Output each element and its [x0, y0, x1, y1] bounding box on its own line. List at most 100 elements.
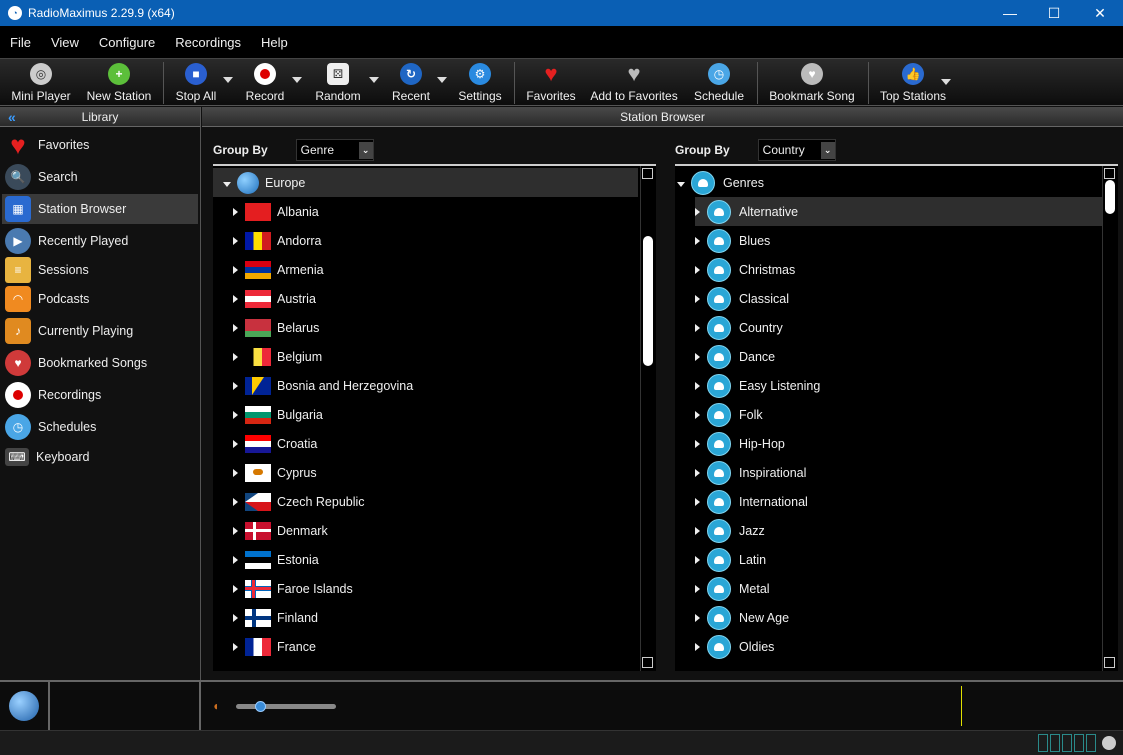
tree-root-row[interactable]: Genres [675, 168, 1100, 197]
expand-arrow-icon[interactable] [695, 584, 700, 593]
country-row[interactable]: France [233, 632, 641, 661]
expand-arrow-icon[interactable] [695, 352, 700, 361]
library-item-search[interactable]: 🔍 Search [2, 162, 198, 192]
library-item-station-browser[interactable]: ▦ Station Browser [2, 194, 198, 224]
expand-arrow-icon[interactable] [233, 613, 238, 622]
genre-row[interactable]: International [695, 487, 1103, 516]
scroll-up-button[interactable] [1104, 168, 1115, 179]
scroll-thumb[interactable] [643, 236, 653, 366]
expand-arrow-icon[interactable] [695, 642, 700, 651]
country-row[interactable]: Cyprus [233, 458, 641, 487]
scroll-thumb[interactable] [1105, 180, 1115, 214]
genre-row[interactable]: Metal [695, 574, 1103, 603]
country-row[interactable]: Estonia [233, 545, 641, 574]
library-item-keyboard[interactable]: ⌨ Keyboard [2, 442, 198, 472]
close-button[interactable]: ✕ [1077, 0, 1123, 26]
expand-arrow-icon[interactable] [695, 236, 700, 245]
tree-scrollbar[interactable] [640, 166, 654, 671]
add-to-favorites-button[interactable]: ♥ Add to Favorites [589, 61, 679, 105]
expand-arrow-icon[interactable] [233, 236, 238, 245]
recent-button[interactable]: ↻ Recent [388, 61, 434, 105]
genre-row[interactable]: Oldies [695, 632, 1103, 661]
country-row[interactable]: Bulgaria [233, 400, 641, 429]
library-item-bookmarked-songs[interactable]: ♥ Bookmarked Songs [2, 348, 198, 378]
stop-all-dropdown-arrow[interactable] [223, 77, 233, 83]
genre-row[interactable]: Classical [695, 284, 1103, 313]
country-row[interactable]: Albania [233, 197, 641, 226]
random-button[interactable]: ⚄ Random [312, 61, 364, 105]
top-stations-dropdown-arrow[interactable] [941, 79, 951, 85]
minimize-button[interactable]: — [987, 0, 1033, 26]
maximize-button[interactable]: ☐ [1031, 0, 1077, 26]
expand-arrow-icon[interactable] [695, 207, 700, 216]
genre-row[interactable]: Alternative [695, 197, 1103, 226]
recent-dropdown-arrow[interactable] [437, 77, 447, 83]
country-row[interactable]: Croatia [233, 429, 641, 458]
genre-row[interactable]: Jazz [695, 516, 1103, 545]
expand-arrow-icon[interactable] [233, 468, 238, 477]
library-item-schedules[interactable]: ◷ Schedules [2, 412, 198, 442]
country-row[interactable]: Andorra [233, 226, 641, 255]
expand-arrow-icon[interactable] [233, 555, 238, 564]
genre-row[interactable]: Folk [695, 400, 1103, 429]
country-row[interactable]: Denmark [233, 516, 641, 545]
menu-recordings[interactable]: Recordings [169, 35, 247, 50]
expand-arrow-icon[interactable] [233, 265, 238, 274]
expand-arrow-icon[interactable] [233, 207, 238, 216]
expand-arrow-icon[interactable] [695, 468, 700, 477]
new-station-button[interactable]: + New Station [84, 61, 154, 105]
status-icon[interactable] [1102, 736, 1116, 750]
country-row[interactable]: Belgium [233, 342, 641, 371]
scroll-up-button[interactable] [642, 168, 653, 179]
scroll-down-button[interactable] [1104, 657, 1115, 668]
expand-arrow-icon[interactable] [695, 294, 700, 303]
library-item-recordings[interactable]: Recordings [2, 380, 198, 410]
country-row[interactable]: Faroe Islands [233, 574, 641, 603]
expand-arrow-icon[interactable] [233, 323, 238, 332]
tree-scrollbar[interactable] [1102, 166, 1116, 671]
country-row[interactable]: Bosnia and Herzegovina [233, 371, 641, 400]
top-stations-button[interactable]: 👍 Top Stations [877, 61, 949, 105]
library-item-currently-playing[interactable]: ♪ Currently Playing [2, 316, 198, 346]
random-dropdown-arrow[interactable] [369, 77, 379, 83]
expand-arrow-icon[interactable] [695, 265, 700, 274]
scroll-down-button[interactable] [642, 657, 653, 668]
expand-arrow-icon[interactable] [695, 323, 700, 332]
expand-arrow-icon[interactable] [233, 381, 238, 390]
country-row[interactable]: Armenia [233, 255, 641, 284]
library-item-recently-played[interactable]: ▶ Recently Played [2, 226, 198, 256]
genre-row[interactable]: Hip-Hop [695, 429, 1103, 458]
genre-row[interactable]: Latin [695, 545, 1103, 574]
genre-row[interactable]: Blues [695, 226, 1103, 255]
tree-root-row[interactable]: Europe [213, 168, 638, 197]
library-item-sessions[interactable]: ≡ Sessions [2, 255, 198, 285]
expand-arrow-icon[interactable] [695, 613, 700, 622]
favorites-button[interactable]: ♥ Favorites [524, 61, 578, 105]
expand-arrow-icon[interactable] [233, 439, 238, 448]
record-button[interactable]: Record [242, 61, 288, 105]
country-row[interactable]: Austria [233, 284, 641, 313]
expand-arrow-icon[interactable] [233, 294, 238, 303]
expand-arrow-icon[interactable] [695, 381, 700, 390]
volume-icon[interactable]: ◖ [212, 699, 219, 713]
menu-file[interactable]: File [4, 35, 37, 50]
menu-help[interactable]: Help [255, 35, 294, 50]
expand-arrow-icon[interactable] [233, 642, 238, 651]
player-logo-button[interactable] [0, 682, 50, 730]
menu-view[interactable]: View [45, 35, 85, 50]
expand-arrow-icon[interactable] [695, 497, 700, 506]
genre-row[interactable]: Country [695, 313, 1103, 342]
volume-knob[interactable] [255, 701, 266, 712]
bookmark-song-button[interactable]: ♥ Bookmark Song [766, 61, 858, 105]
right-group-by-select[interactable]: Country ⌄ [757, 139, 836, 161]
settings-button[interactable]: ⚙ Settings [456, 61, 504, 105]
library-item-favorites[interactable]: ♥ Favorites [2, 130, 198, 160]
expand-arrow-icon[interactable] [233, 584, 238, 593]
expand-arrow-icon[interactable] [695, 526, 700, 535]
country-row[interactable]: Belarus [233, 313, 641, 342]
expand-arrow-icon[interactable] [233, 497, 238, 506]
stop-all-button[interactable]: ■ Stop All [172, 61, 220, 105]
expand-arrow-icon[interactable] [695, 439, 700, 448]
expand-arrow-icon[interactable] [233, 526, 238, 535]
genre-row[interactable]: Easy Listening [695, 371, 1103, 400]
